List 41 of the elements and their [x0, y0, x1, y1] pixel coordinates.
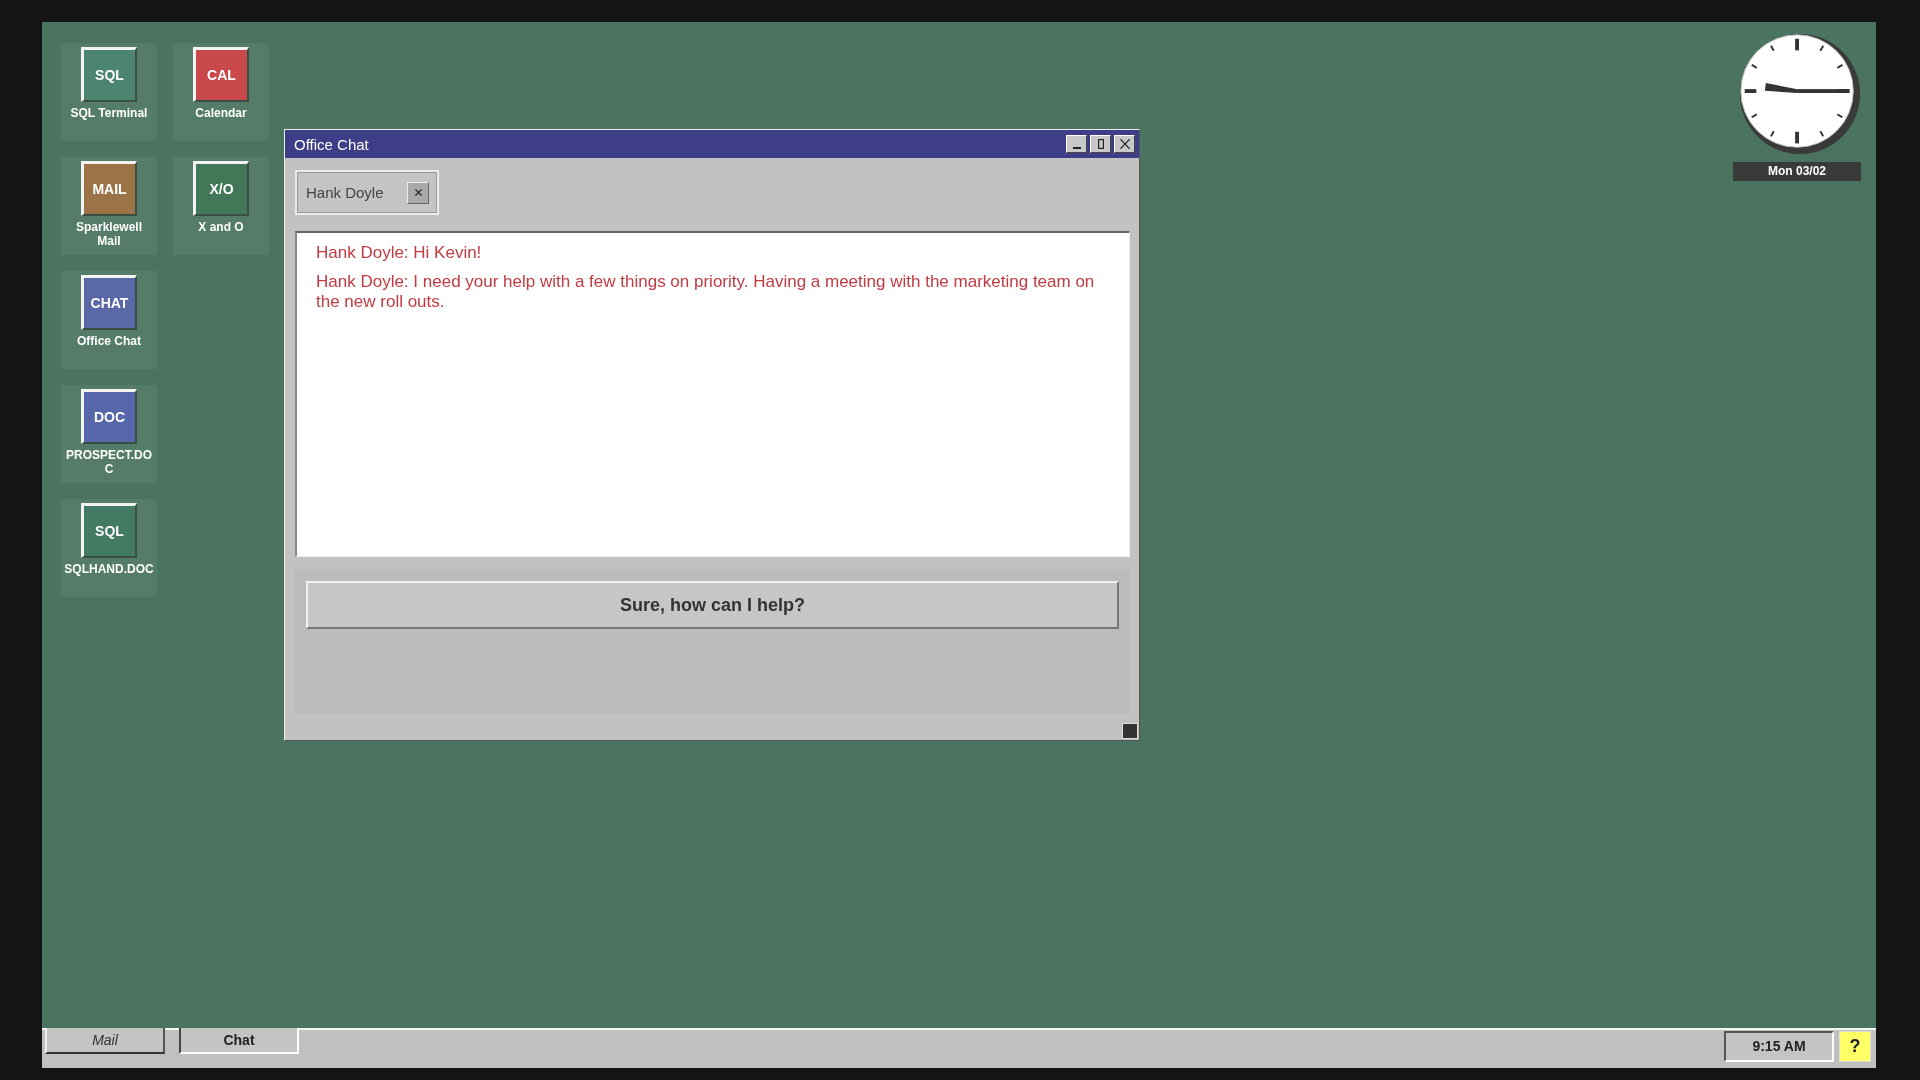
app-logo: X/O	[193, 161, 249, 216]
minimize-icon	[1072, 147, 1081, 149]
shortcut-label: Calendar	[194, 106, 248, 120]
shortcut-label: X and O	[197, 220, 245, 234]
desktop-shortcut[interactable]: SQL SQLHAND.DOC	[61, 499, 157, 597]
minimize-button[interactable]	[1066, 135, 1087, 153]
tab-label: Hank Doyle	[306, 184, 385, 201]
desktop-shortcut[interactable]: DOC PROSPECT.DOC	[61, 385, 157, 483]
close-button[interactable]	[1114, 135, 1135, 153]
chat-message: Hank Doyle: I need your help with a few things on priority. Having a meeting with the marketing team on the new roll outs.	[316, 272, 1096, 312]
shortcut-label: SQL Terminal	[69, 106, 149, 120]
resize-grip[interactable]	[1122, 723, 1138, 739]
date-label: Mon 03/02	[1733, 162, 1861, 181]
close-icon	[1119, 139, 1130, 149]
shortcut-label: Sparklewell Mail	[74, 220, 143, 248]
reply-option-button[interactable]: Sure, how can I help?	[306, 581, 1119, 629]
taskbar-button[interactable]: Chat	[179, 1026, 299, 1054]
chat-tab[interactable]: Hank Doyle	[295, 170, 439, 215]
taskbar-button[interactable]: Mail	[45, 1026, 165, 1054]
desktop-shortcut[interactable]: CAL Calendar	[173, 43, 269, 141]
shortcut-label: Office Chat	[76, 334, 142, 348]
chat-message: Hank Doyle: Hi Kevin!	[316, 243, 483, 263]
desktop-shortcut[interactable]: SQL SQL Terminal	[61, 43, 157, 141]
app-logo: DOC	[81, 389, 137, 444]
desktop-shortcut[interactable]: CHAT Office Chat	[61, 271, 157, 369]
maximize-icon	[1097, 139, 1104, 149]
app-logo: CAL	[193, 47, 249, 102]
help-button[interactable]: ?	[1839, 1031, 1871, 1062]
app-logo: CHAT	[81, 275, 137, 330]
shortcut-label: SQLHAND.DOC	[63, 562, 155, 576]
window-title: Office Chat	[294, 135, 370, 153]
shortcut-label: PROSPECT.DOC	[65, 448, 153, 476]
tab-close-button[interactable]	[407, 181, 429, 204]
desktop-shortcut[interactable]: X/O X and O	[173, 157, 269, 255]
desktop-shortcut[interactable]: MAIL Sparklewell Mail	[61, 157, 157, 255]
app-logo: MAIL	[81, 161, 137, 216]
app-logo: SQL	[81, 47, 137, 102]
app-logo: SQL	[81, 503, 137, 558]
maximize-button[interactable]	[1090, 135, 1111, 153]
taskbar-clock: 9:15 AM	[1724, 1031, 1834, 1062]
close-icon	[414, 189, 422, 196]
